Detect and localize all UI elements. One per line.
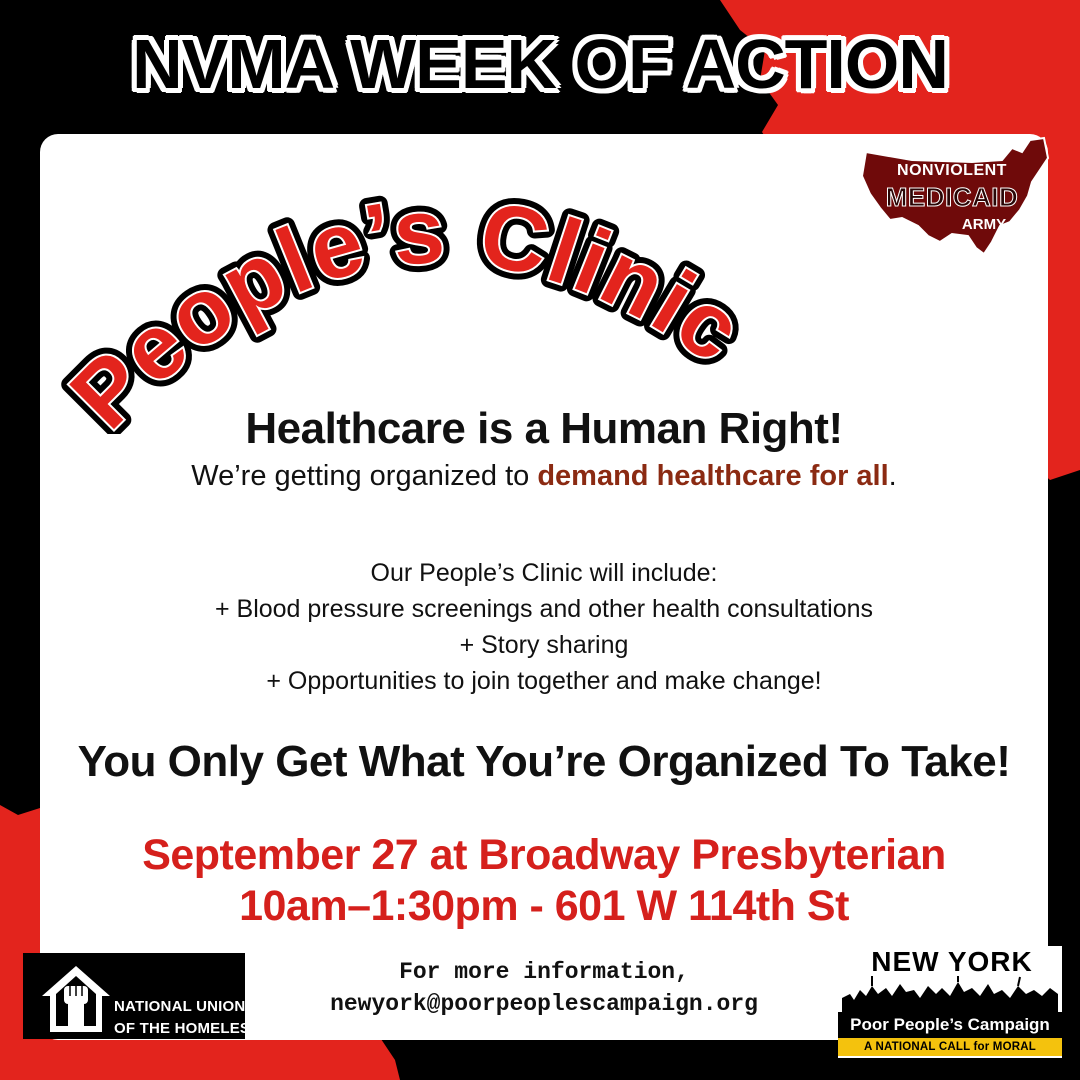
event-series-title: NVMA WEEK OF ACTION — [132, 25, 949, 103]
subline: We’re getting organized to demand health… — [40, 460, 1048, 493]
list-item: + Blood pressure screenings and other he… — [214, 595, 874, 623]
event-details: September 27 at Broadway Presbyterian 10… — [40, 830, 1048, 932]
event-date-location: September 27 at Broadway Presbyterian — [142, 831, 946, 879]
subline-start: We’re getting organized to — [191, 460, 538, 492]
ppc-logo-line3: A NATIONAL CALL for MORAL REVIVAL — [838, 1038, 1062, 1071]
nuh-line1: NATIONAL UNION — [114, 998, 246, 1015]
list-intro: Our People’s Clinic will include: — [370, 559, 718, 587]
poster: NVMA WEEK OF ACTION NONVIOLENT MEDICAID … — [0, 0, 1080, 1080]
ppc-logo-line2: Poor People’s Campaign — [838, 1012, 1062, 1038]
crowd-silhouette-icon — [842, 976, 1058, 1012]
arc-title-fill: People’s Clinic — [52, 180, 761, 434]
clinic-features: Our People’s Clinic will include: + Bloo… — [40, 555, 1048, 699]
list-item: + Opportunities to join together and mak… — [266, 667, 822, 695]
tagline: Healthcare is a Human Right! — [245, 404, 843, 453]
nuh-logo-text: NATIONAL UNION OF THE HOMELESS — [114, 996, 260, 1040]
ppc-logo-line1: NEW YORK — [871, 946, 1033, 977]
subline-end: . — [888, 460, 897, 492]
slogan: You Only Get What You’re Organized To Ta… — [77, 737, 1011, 786]
raised-fist-house-icon — [42, 966, 110, 1032]
arc-title: People’s Clinic People’s Clinic — [44, 172, 767, 434]
list-item: + Story sharing — [459, 631, 629, 659]
event-time-address: 10am–1:30pm - 601 W 114th St — [239, 882, 849, 930]
nuh-line2: OF THE HOMELESS — [114, 1020, 261, 1037]
subline-emphasis: demand healthcare for all — [537, 460, 889, 492]
